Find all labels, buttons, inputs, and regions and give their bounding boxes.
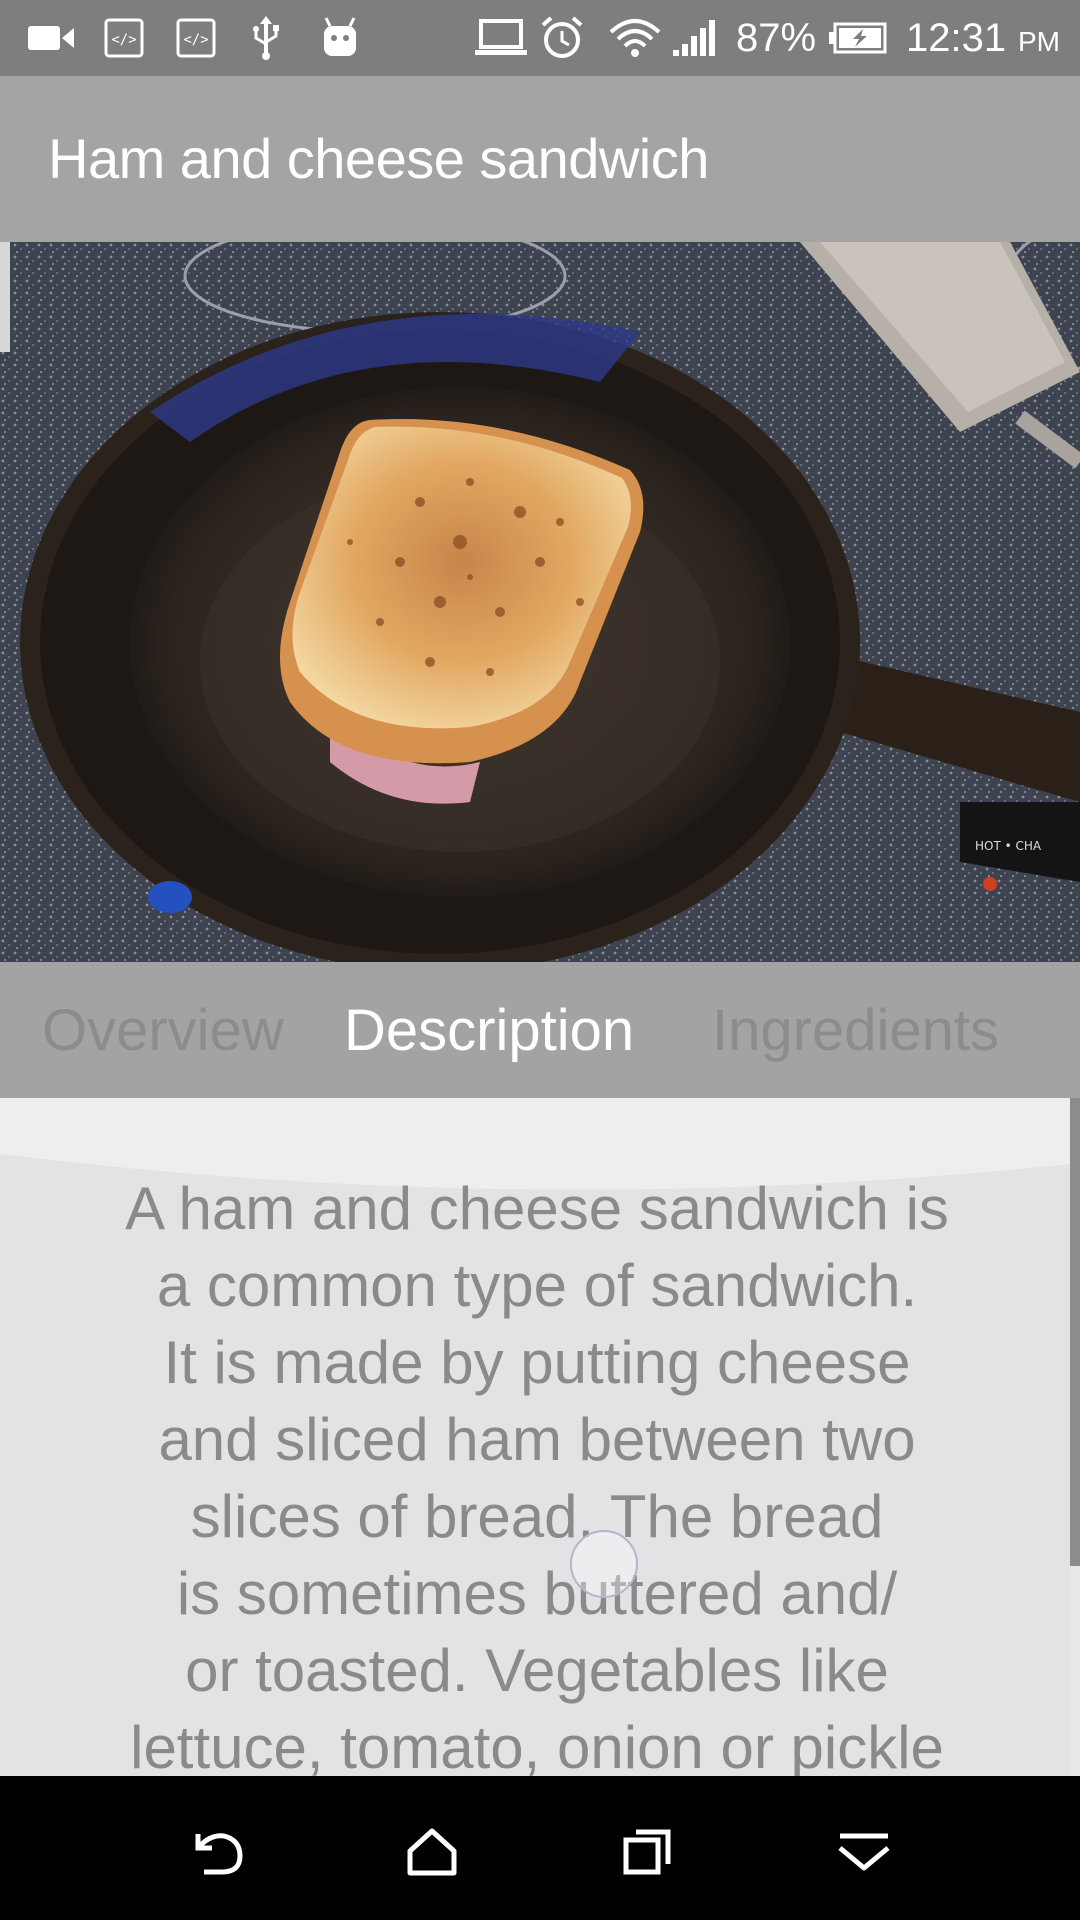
code-icon: </> [102, 14, 146, 62]
status-bar: </> </> 87% 12:31 PM [0, 0, 1080, 76]
tab-description[interactable]: Description [344, 998, 634, 1064]
svg-text:HOT • CHA: HOT • CHA [975, 839, 1042, 853]
page-title: Ham and cheese sandwich [48, 127, 709, 190]
battery-charging-icon [828, 14, 888, 62]
description-line: lettuce, tomato, onion or pickle [130, 1714, 944, 1776]
tab-ingredients[interactable]: Ingredients [712, 998, 999, 1064]
android-debug-icon [318, 14, 362, 62]
wifi-icon [606, 14, 664, 62]
description-panel[interactable]: A ham and cheese sandwich is a common ty… [0, 1098, 1070, 1776]
scrollbar-track [1070, 1566, 1080, 1776]
laptop-icon [474, 14, 528, 62]
back-icon[interactable] [178, 1812, 258, 1892]
description-line: or toasted. Vegetables like [185, 1637, 889, 1704]
description-line: slices of bread. The bread [190, 1483, 884, 1550]
battery-percent: 87% [736, 16, 817, 60]
app-bar: Ham and cheese sandwich [0, 76, 1080, 242]
description-line: and sliced ham between two [158, 1406, 916, 1473]
svg-text:</>: </> [183, 32, 208, 48]
svg-text:</>: </> [111, 32, 136, 48]
navigation-bar [0, 1776, 1080, 1920]
description-line: is sometimes buttered and/ [176, 1560, 898, 1627]
recipe-photo: HOT • CHA [0, 242, 1080, 962]
clock-ampm: PM [1018, 26, 1060, 57]
description-line: A ham and cheese sandwich is [125, 1175, 949, 1242]
tab-overview[interactable]: Overview [42, 998, 284, 1064]
code-icon: </> [174, 14, 218, 62]
tab-bar: Overview Description Ingredients [0, 962, 1080, 1098]
touch-indicator [570, 1530, 638, 1598]
signal-icon [672, 14, 720, 62]
alarm-icon [538, 14, 586, 62]
video-camera-icon [26, 14, 78, 62]
description-line: It is made by putting cheese [163, 1329, 911, 1396]
usb-icon [246, 14, 286, 62]
recents-icon[interactable] [608, 1812, 688, 1892]
description-line: a common type of sandwich. [156, 1252, 918, 1319]
clock-time: 12:31 [906, 16, 1007, 60]
scrollbar-thumb[interactable] [1070, 1098, 1080, 1566]
description-text: A ham and cheese sandwich is a common ty… [40, 1170, 1034, 1776]
collapse-icon[interactable] [824, 1812, 904, 1892]
home-icon[interactable] [392, 1812, 472, 1892]
